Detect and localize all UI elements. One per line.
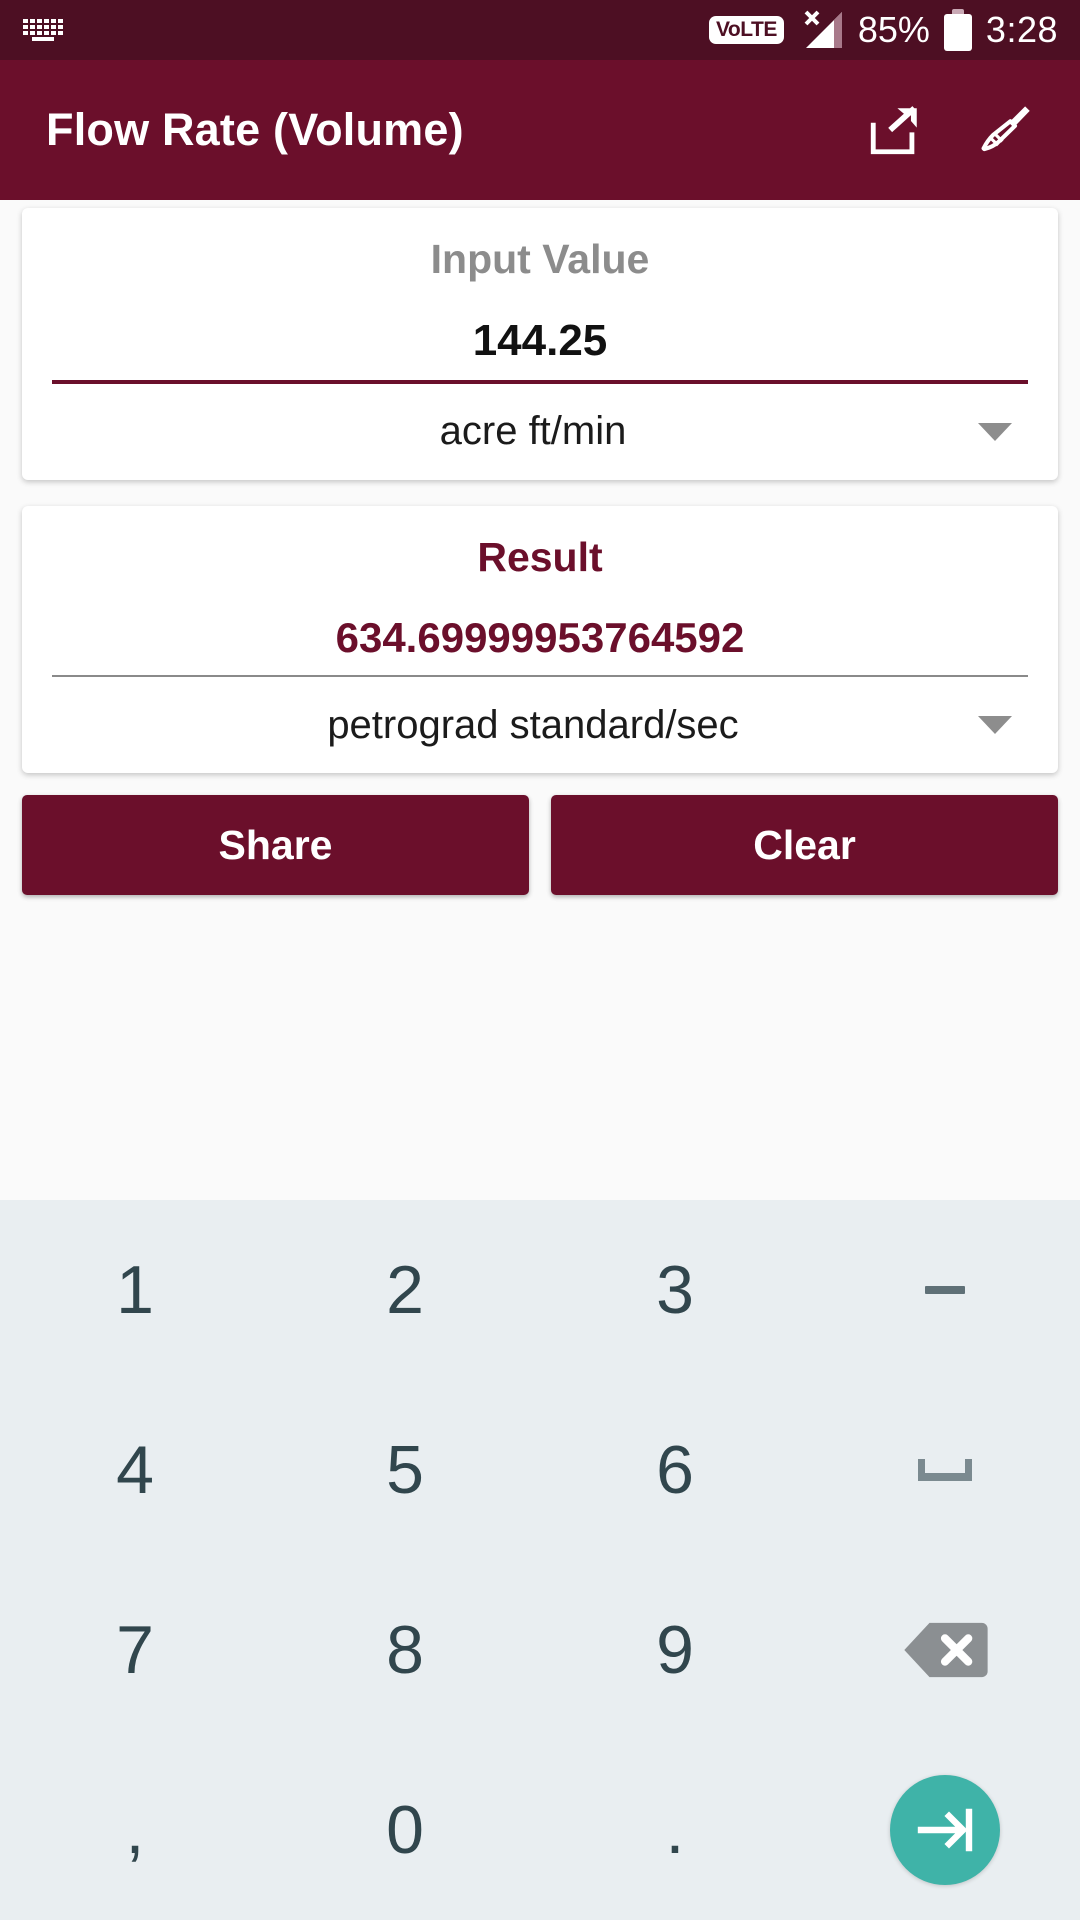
volte-icon: VoLTE [708, 16, 784, 44]
page-title: Flow Rate (Volume) [46, 104, 464, 155]
input-card: Input Value 144.25 acre ft/min [22, 208, 1058, 480]
result-card: Result 634.69999953764592 petrograd stan… [22, 505, 1058, 774]
keyboard-row: 123 [0, 1200, 1080, 1380]
battery-percent-label: 85% [857, 9, 930, 50]
status-bar-right: VoLTE 85% 3:28 [708, 8, 1058, 52]
key-6[interactable]: 6 [540, 1380, 810, 1560]
status-bar-left [22, 17, 64, 43]
key-2[interactable]: 2 [270, 1200, 540, 1380]
backspace-icon[interactable] [810, 1560, 1080, 1740]
chevron-down-icon [978, 716, 1012, 735]
result-unit-dropdown[interactable]: petrograd standard/sec [52, 677, 1028, 773]
numeric-keyboard: 123456789,0. [0, 1200, 1080, 1920]
clear-button[interactable]: Clear [551, 795, 1058, 896]
status-bar: VoLTE 85% 3:28 [0, 0, 1080, 60]
enter-key-button[interactable] [810, 1740, 1080, 1920]
key-1[interactable]: 1 [0, 1200, 270, 1380]
key-0[interactable]: 0 [270, 1740, 540, 1920]
enter-button-circle[interactable] [890, 1775, 1000, 1885]
share-button[interactable]: Share [22, 795, 529, 896]
share-icon[interactable] [866, 101, 924, 159]
key-3[interactable]: 3 [540, 1200, 810, 1380]
main-content: Input Value 144.25 acre ft/min Result 63… [0, 200, 1080, 1200]
action-button-row: Share Clear [22, 795, 1058, 896]
keyboard-row: ,0. [0, 1740, 1080, 1920]
battery-icon [943, 9, 972, 51]
key-9[interactable]: 9 [540, 1560, 810, 1740]
result-label: Result [477, 533, 603, 580]
input-value-label: Input Value [430, 236, 650, 282]
minus-glyph [925, 1286, 965, 1294]
key-8[interactable]: 8 [270, 1560, 540, 1740]
input-unit-label: acre ft/min [439, 409, 627, 454]
key-,[interactable]: , [0, 1740, 270, 1920]
result-value-field: 634.69999953764592 [335, 613, 745, 661]
result-unit-label: petrograd standard/sec [327, 702, 739, 747]
keyboard-row: 789 [0, 1560, 1080, 1740]
backspace-glyph [904, 1622, 988, 1678]
arrow-to-line-icon [917, 1808, 973, 1852]
keyboard-icon [23, 19, 63, 41]
signal-no-service-icon [798, 8, 844, 52]
chevron-down-icon [978, 422, 1012, 441]
key-5[interactable]: 5 [270, 1380, 540, 1560]
space-glyph [918, 1459, 972, 1481]
app-bar-actions [866, 101, 1036, 159]
app-bar: Flow Rate (Volume) [0, 60, 1080, 200]
broom-icon[interactable] [978, 101, 1036, 159]
key-.[interactable]: . [540, 1740, 810, 1920]
input-value-field[interactable]: 144.25 [52, 295, 1028, 379]
input-unit-dropdown[interactable]: acre ft/min [52, 384, 1028, 480]
key-7[interactable]: 7 [0, 1560, 270, 1740]
minus-icon[interactable] [810, 1200, 1080, 1380]
key-4[interactable]: 4 [0, 1380, 270, 1560]
space-icon[interactable] [810, 1380, 1080, 1560]
keyboard-row: 456 [0, 1380, 1080, 1560]
clock-label: 3:28 [985, 9, 1058, 50]
